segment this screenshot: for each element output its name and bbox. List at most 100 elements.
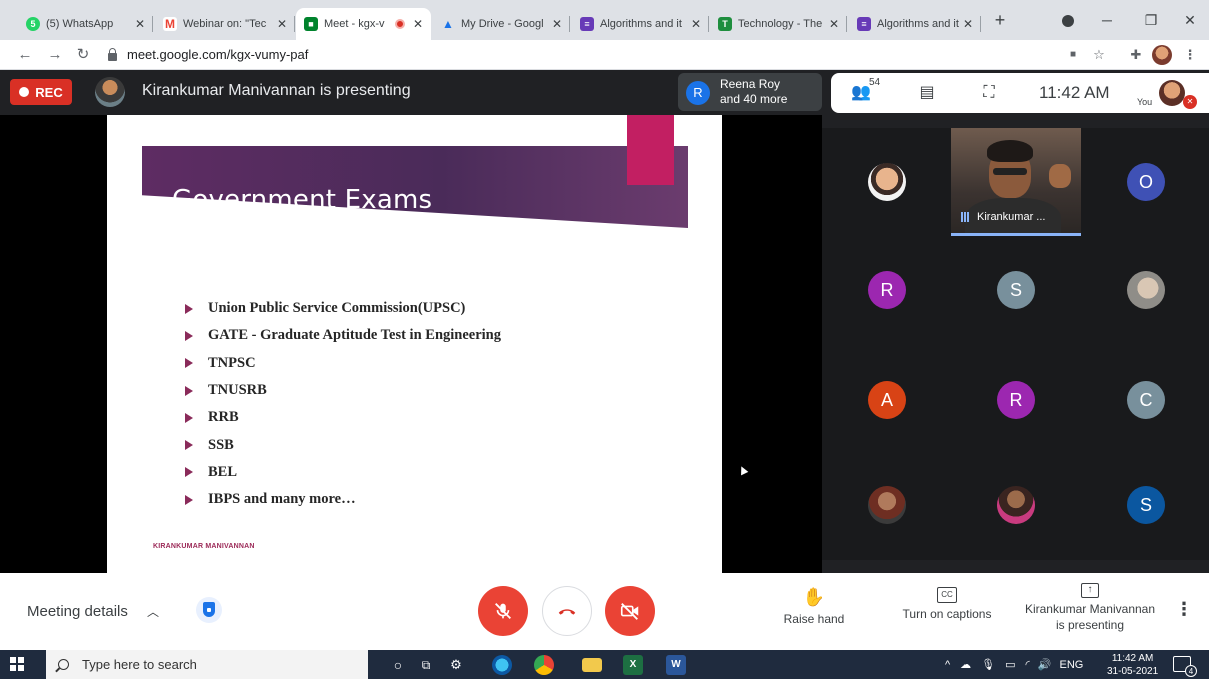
system-clock[interactable]: 11:42 AM 31-05-2021 [1107,652,1158,678]
close-icon[interactable]: ✕ [275,17,289,31]
close-icon[interactable]: ✕ [689,17,703,31]
reload-icon[interactable]: ↻ [72,44,94,66]
participant-avatar[interactable]: R [868,271,906,309]
microphone-icon[interactable]: 🎙 [981,658,995,671]
tab-classroom[interactable]: T Technology - The ✕ [710,8,847,40]
url-text: meet.google.com/kgx-vumy-paf [127,47,309,62]
file-explorer-icon[interactable] [582,658,602,672]
participant-avatar[interactable]: O [1127,163,1165,201]
mic-toggle-button[interactable] [478,586,528,636]
edge-icon[interactable] [492,655,512,675]
leave-call-button[interactable] [542,586,592,636]
presenter-avatar [95,77,125,107]
browser-menu-icon[interactable]: ⋮ [1180,45,1200,65]
minimize-icon[interactable]: ─ [1089,8,1125,32]
hand-icon: ✋ [802,587,826,607]
pinned-participants-card[interactable]: R Reena Roy and 40 more [678,73,822,111]
extensions-icon[interactable]: ✚ [1126,45,1146,65]
presenting-status-button[interactable]: ↑ Kirankumar Manivannan is presenting [1020,583,1160,633]
chat-icon[interactable]: ▤ [915,81,939,105]
host-controls-shield-icon[interactable] [196,597,222,623]
notification-center-icon[interactable]: 4 [1173,656,1197,677]
close-icon[interactable]: ✕ [411,17,425,31]
forms-icon: ≡ [857,17,871,31]
list-item-text: SSB [208,436,234,453]
taskbar-search-box[interactable]: Type here to search [46,650,368,679]
tab-label: Algorithms and it [600,18,682,30]
close-icon[interactable]: ✕ [133,17,147,31]
close-icon[interactable]: ✕ [827,17,841,31]
active-speaker-video-tile[interactable]: Kirankumar ... [951,128,1081,236]
bookmark-star-icon[interactable]: ☆ [1089,45,1109,65]
captions-button[interactable]: CC Turn on captions [897,587,997,621]
search-placeholder: Type here to search [82,657,197,672]
slide-footer: KIRANKUMAR MANIVANNAN [153,543,255,550]
camera-indicator-icon[interactable]: ■ [1063,45,1083,65]
list-item-text: RRB [208,409,239,426]
self-avatar[interactable] [1159,80,1185,106]
meet-control-bar: Meeting details ︿ ✋ Raise hand CC Turn o… [0,573,1209,650]
raise-hand-button[interactable]: ✋ Raise hand [778,587,850,626]
participant-photo-avatar[interactable] [868,163,906,201]
meet-clock: 11:42 AM [1039,83,1110,102]
chevron-up-icon[interactable]: ︿ [147,603,159,620]
wifi-icon[interactable]: ◜ [1026,658,1030,671]
tab-search-icon[interactable] [1062,15,1074,27]
presentation-stage: Government Exams Union Public Service Co… [0,115,822,573]
restore-icon[interactable]: ❐ [1133,8,1169,32]
chrome-icon[interactable] [534,655,554,675]
url-field[interactable]: meet.google.com/kgx-vumy-paf [108,45,708,65]
participant-avatar[interactable]: S [1127,486,1165,524]
volume-icon[interactable]: 🔊 [1038,658,1052,671]
camera-toggle-button[interactable] [605,586,655,636]
back-arrow-icon[interactable]: ← [14,44,36,66]
excel-icon[interactable]: X [623,655,643,675]
recording-badge: REC [10,79,72,105]
battery-icon[interactable]: ▭ [1005,658,1015,671]
mic-off-icon: ✕ [1183,95,1197,109]
camera-off-icon [620,603,639,620]
settings-app-icon[interactable]: ⚙ [446,655,466,675]
new-tab-button[interactable]: + [990,9,1010,31]
participant-avatar[interactable]: A [868,381,906,419]
tab-meet[interactable]: ■ Meet - kgx-v ✕ [296,8,431,40]
close-icon[interactable]: ✕ [961,17,975,31]
tab-gmail-webinar[interactable]: M Webinar on: "Tec ✕ [155,8,295,40]
cortana-icon[interactable]: ○ [388,655,408,675]
participant-photo-avatar[interactable] [997,486,1035,524]
activities-icon[interactable]: ⛶ [977,81,1001,105]
forward-arrow-icon[interactable]: → [44,44,66,66]
list-item-text: TNPSC [208,354,256,371]
participant-avatar[interactable]: R [997,381,1035,419]
rec-label: REC [35,84,63,100]
participant-avatar[interactable]: S [997,271,1035,309]
slide-title: Government Exams [172,185,433,215]
tab-label: Algorithms and it [877,18,959,30]
task-view-icon[interactable]: ⧉ [416,655,436,675]
tab-drive[interactable]: ▲ My Drive - Googl ✕ [433,8,570,40]
language-indicator[interactable]: ENG [1060,659,1084,671]
list-item: TNPSC [185,350,501,377]
word-icon[interactable]: W [666,655,686,675]
browser-tab-strip: 5 (5) WhatsApp ✕ M Webinar on: "Tec ✕ ■ … [0,0,1209,40]
onedrive-icon[interactable]: ☁ [960,658,971,671]
meeting-details-button[interactable]: Meeting details [27,603,128,620]
windows-start-icon[interactable] [10,657,24,671]
list-item-text: IBPS and many more… [208,491,356,508]
meet-icon: ■ [304,17,318,31]
participant-photo-avatar[interactable] [1127,271,1165,309]
window-close-icon[interactable]: ✕ [1172,8,1208,32]
list-item: TNUSRB [185,377,501,404]
tab-forms-2[interactable]: ≡ Algorithms and it ✕ [849,8,981,40]
tab-forms-1[interactable]: ≡ Algorithms and it ✕ [572,8,709,40]
list-item: SSB [185,431,501,458]
participant-avatar[interactable]: C [1127,381,1165,419]
chevron-up-icon[interactable]: ^ [945,659,950,671]
close-icon[interactable]: ✕ [550,17,564,31]
slide-accent-bar [627,115,674,185]
forms-icon: ≡ [580,17,594,31]
tab-whatsapp[interactable]: 5 (5) WhatsApp ✕ [18,8,153,40]
participant-photo-avatar[interactable] [868,486,906,524]
more-options-icon[interactable]: ⋮ [1174,599,1194,623]
profile-avatar[interactable] [1152,45,1172,65]
